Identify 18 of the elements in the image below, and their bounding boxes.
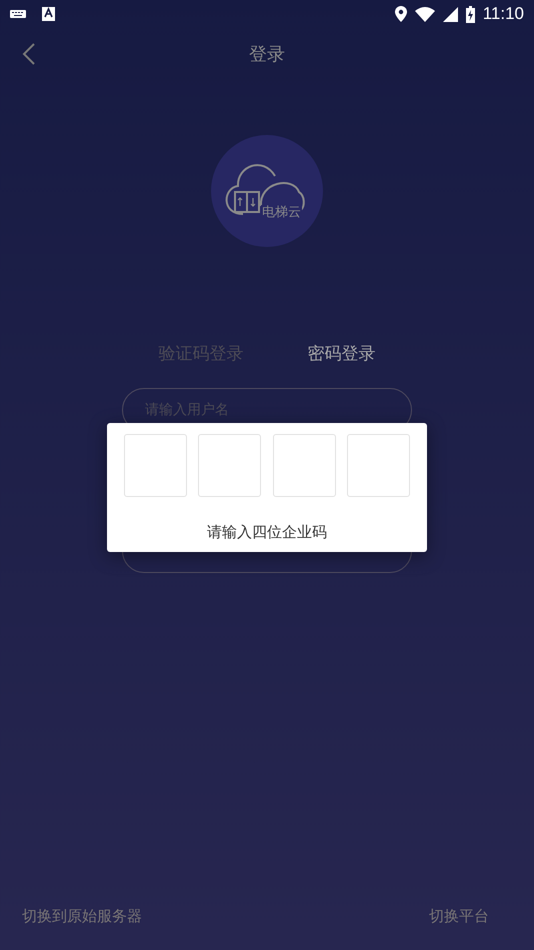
keyboard-icon [10,9,26,19]
code-digit-field[interactable] [198,434,262,497]
switch-server-link[interactable]: 切换到原始服务器 [22,905,142,928]
battery-charging-icon [466,6,475,22]
location-icon [394,6,407,22]
code-digit-field[interactable] [346,434,410,497]
clock-time: 11:10 [482,3,524,26]
switch-platform-link[interactable]: 切换平台 [429,905,489,928]
wifi-icon [414,6,435,22]
logo-caption: 电梯云 [261,205,302,221]
login-mode-tab[interactable]: 密码登录 [308,342,376,368]
dialog-prompt: 请输入四位企业码 [206,522,328,543]
page-title: 登录 [249,42,285,66]
signal-icon [442,6,458,22]
code-digit-field[interactable] [124,434,187,497]
code-digit-field[interactable] [272,434,336,497]
text-input-icon [42,7,55,21]
back-button[interactable] [22,41,36,66]
